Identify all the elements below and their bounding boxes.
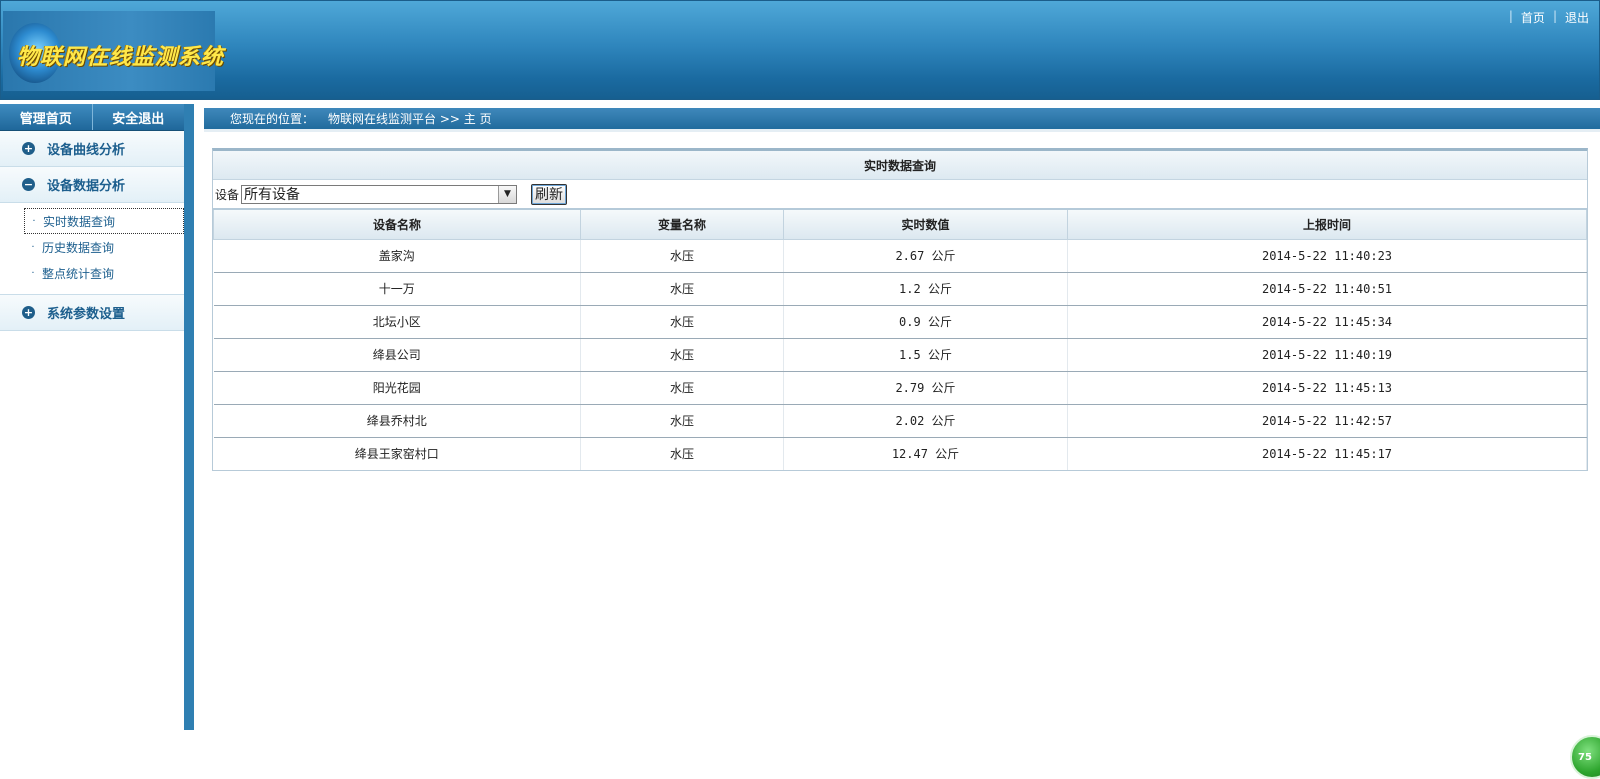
realtime-value-cell: 12.47 公斤 [783,437,1068,470]
table-row: 十一万 水压 1.2 公斤 2014-5-22 11:40:51 [213,272,1587,306]
variable-name-cell: 水压 [580,272,784,306]
device-name-cell: 十一万 [213,272,581,306]
menu-section-label: 系统参数设置 [47,307,126,322]
realtime-value-cell: 2.67 公斤 [783,239,1068,273]
device-name-cell: 绛县公司 [213,338,581,372]
device-name-cell: 盖家沟 [213,239,581,273]
variable-name-cell: 水压 [580,305,784,339]
menu-section-curve-analysis[interactable]: + 设备曲线分析 [0,131,184,167]
floating-speed-badge[interactable]: 75 [1570,735,1600,779]
realtime-value-cell: 0.9 公斤 [783,305,1068,339]
realtime-value-cell: 1.2 公斤 [783,272,1068,306]
device-filter: 设备 所有设备 ▼ 刷新 [213,180,1587,208]
device-select[interactable]: 所有设备 ▼ [241,184,518,204]
panel-title: 实时数据查询 [213,151,1587,180]
device-name-cell: 北坛小区 [213,305,581,339]
table-row: 北坛小区 水压 0.9 公斤 2014-5-22 11:45:34 [213,305,1587,339]
table-row: 绛县王家窑村口 水压 12.47 公斤 2014-5-22 11:45:17 [213,437,1587,470]
sidebar: 管理首页 安全退出 + 设备曲线分析 − 设备数据分析 · 实时数据查询 · 历… [0,104,194,730]
variable-name-cell: 水压 [580,371,784,405]
report-time-cell: 2014-5-22 11:45:17 [1067,437,1587,470]
logo-text: 物联网在线监测系统 [17,44,225,70]
realtime-data-table: 设备名称 变量名称 实时数值 上报时间 盖家沟 水压 2.67 公斤 2014-… [213,208,1587,470]
admin-home-tab[interactable]: 管理首页 [0,104,93,130]
menu-section-data-analysis[interactable]: − 设备数据分析 [0,167,184,203]
submenu-item-hourly-stats[interactable]: · 整点统计查询 [24,260,184,286]
column-header-device-name: 设备名称 [213,208,581,240]
table-header-row: 设备名称 变量名称 实时数值 上报时间 [213,208,1587,240]
realtime-value-cell: 1.5 公斤 [783,338,1068,372]
top-links: | 首页 | 退出 [1509,9,1589,26]
home-link[interactable]: 首页 [1521,9,1545,26]
plus-circle-icon: + [22,142,35,155]
app-logo: 物联网在线监测系统 [3,11,223,91]
chevron-down-icon[interactable]: ▼ [498,185,517,203]
breadcrumb-path: 物联网在线监测平台 >> 主 页 [328,112,492,126]
report-time-cell: 2014-5-22 11:40:23 [1067,239,1587,273]
report-time-cell: 2014-5-22 11:45:13 [1067,371,1587,405]
menu-section-label: 设备曲线分析 [47,143,126,158]
menu-section-label: 设备数据分析 [47,179,126,194]
column-header-report-time: 上报时间 [1067,208,1587,240]
submenu-item-label: 历史数据查询 [42,240,115,255]
variable-name-cell: 水压 [580,239,784,273]
column-header-variable-name: 变量名称 [580,208,784,240]
submenu-item-realtime-query[interactable]: · 实时数据查询 [24,208,184,234]
plus-circle-icon: + [22,306,35,319]
device-filter-label: 设备 [215,187,240,202]
report-time-cell: 2014-5-22 11:40:19 [1067,338,1587,372]
refresh-button[interactable]: 刷新 [531,183,568,205]
report-time-cell: 2014-5-22 11:45:34 [1067,305,1587,339]
table-row: 盖家沟 水压 2.67 公斤 2014-5-22 11:40:23 [213,239,1587,273]
submenu-data-analysis: · 实时数据查询 · 历史数据查询 · 整点统计查询 [0,203,184,295]
breadcrumb-label: 您现在的位置： [230,112,315,126]
separator: | [1508,9,1513,23]
safe-exit-tab[interactable]: 安全退出 [93,104,185,130]
submenu-item-history-query[interactable]: · 历史数据查询 [24,234,184,260]
logout-link[interactable]: 退出 [1565,9,1589,26]
variable-name-cell: 水压 [580,404,784,438]
minus-circle-icon: − [22,178,35,191]
menu-section-system-settings[interactable]: + 系统参数设置 [0,295,184,331]
device-name-cell: 绛县乔村北 [213,404,581,438]
bullet-icon: · [31,267,35,279]
report-time-cell: 2014-5-22 11:42:57 [1067,404,1587,438]
column-header-realtime-value: 实时数值 [783,208,1068,240]
realtime-value-cell: 2.79 公斤 [783,371,1068,405]
variable-name-cell: 水压 [580,338,784,372]
device-name-cell: 绛县王家窑村口 [213,437,581,470]
bullet-icon: · [31,241,35,253]
breadcrumb: 您现在的位置： 物联网在线监测平台 >> 主 页 [204,108,1600,132]
submenu-item-label: 整点统计查询 [42,266,115,281]
report-time-cell: 2014-5-22 11:40:51 [1067,272,1587,306]
device-name-cell: 阳光花园 [213,371,581,405]
submenu-item-label: 实时数据查询 [43,214,116,229]
realtime-data-panel: 实时数据查询 设备 所有设备 ▼ 刷新 设备名称 变量名称 实时数值 上报时间 … [212,148,1588,471]
device-select-value: 所有设备 [244,187,301,203]
table-row: 绛县公司 水压 1.5 公斤 2014-5-22 11:40:19 [213,338,1587,372]
table-row: 绛县乔村北 水压 2.02 公斤 2014-5-22 11:42:57 [213,404,1587,438]
realtime-value-cell: 2.02 公斤 [783,404,1068,438]
main-content: 实时数据查询 设备 所有设备 ▼ 刷新 设备名称 变量名称 实时数值 上报时间 … [204,132,1600,779]
variable-name-cell: 水压 [580,437,784,470]
sidebar-tabs: 管理首页 安全退出 [0,104,184,131]
table-row: 阳光花园 水压 2.79 公斤 2014-5-22 11:45:13 [213,371,1587,405]
app-header: 物联网在线监测系统 | 首页 | 退出 [0,0,1600,100]
bullet-icon: · [32,215,36,227]
separator: | [1552,9,1557,23]
